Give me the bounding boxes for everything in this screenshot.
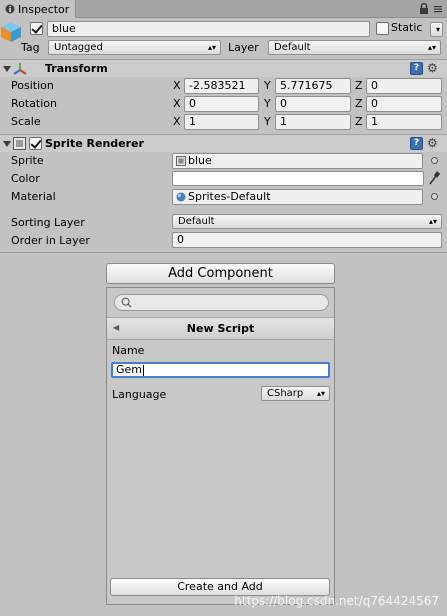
color-label: Color xyxy=(11,172,40,185)
color-field[interactable] xyxy=(172,171,424,186)
script-name-field[interactable]: Gem xyxy=(111,362,330,378)
sprite-object-field[interactable]: blue xyxy=(172,153,423,169)
material-label: Material xyxy=(11,190,56,203)
static-checkbox[interactable] xyxy=(376,22,389,35)
add-component-popup: ◀ New Script Name Gem Language CSharp ▴▾ … xyxy=(106,287,335,605)
axis-z-label[interactable]: Z xyxy=(355,97,363,110)
axis-y-label[interactable]: Y xyxy=(264,97,271,110)
sprite-renderer-icon xyxy=(13,137,26,150)
gameobject-name-field[interactable]: blue xyxy=(47,21,370,37)
sprite-value: blue xyxy=(188,154,212,167)
axis-y-label[interactable]: Y xyxy=(264,115,271,128)
dropdown-arrow-icon: ▴▾ xyxy=(207,43,216,52)
transform-axes-icon xyxy=(13,63,27,75)
help-icon[interactable]: ? xyxy=(410,62,423,75)
gameobject-cube-icon xyxy=(1,22,21,42)
search-icon xyxy=(121,297,132,308)
dropdown-arrow-icon: ▴▾ xyxy=(428,217,437,226)
axis-x-label[interactable]: X xyxy=(173,79,181,92)
tab-bar: Inspector xyxy=(0,0,447,18)
lock-icon[interactable] xyxy=(419,3,429,15)
popup-header: ◀ New Script xyxy=(107,317,334,340)
position-label: Position xyxy=(11,79,54,92)
rotation-label: Rotation xyxy=(11,97,58,110)
name-label: Name xyxy=(112,344,145,357)
position-x-field[interactable]: -2.583521 xyxy=(184,78,259,94)
sorting-layer-label: Sorting Layer xyxy=(11,216,85,229)
watermark-text: https://blog.csdn.net/q764424567 xyxy=(234,594,439,608)
layer-label: Layer xyxy=(228,41,259,54)
scale-y-field[interactable]: 1 xyxy=(275,114,351,130)
foldout-arrow-icon[interactable] xyxy=(3,66,11,72)
dropdown-arrow-icon: ▴▾ xyxy=(316,389,325,398)
rotation-z-field[interactable]: 0 xyxy=(366,96,442,112)
sorting-layer-value: Default xyxy=(178,216,215,227)
position-z-field[interactable]: 0 xyxy=(366,78,442,94)
sprite-renderer-header[interactable]: Sprite Renderer ? ⚙ xyxy=(0,134,447,152)
create-and-add-label: Create and Add xyxy=(177,580,263,593)
search-input[interactable] xyxy=(114,294,329,311)
axis-z-label[interactable]: Z xyxy=(355,79,363,92)
language-value: CSharp xyxy=(267,388,304,399)
add-component-button[interactable]: Add Component xyxy=(106,263,335,284)
add-component-label: Add Component xyxy=(168,266,273,281)
gameobject-header: blue Static ▾ Tag Untagged ▴▾ Layer Defau… xyxy=(0,19,447,59)
divider xyxy=(0,252,447,253)
material-value: Sprites-Default xyxy=(188,190,271,203)
popup-title: New Script xyxy=(186,322,255,335)
gear-icon[interactable]: ⚙ xyxy=(427,137,441,149)
tab-label: Inspector xyxy=(18,3,70,16)
tab-menu-icon[interactable] xyxy=(434,5,442,13)
static-dropdown[interactable]: ▾ xyxy=(430,22,443,37)
foldout-arrow-icon[interactable] xyxy=(3,141,11,147)
rotation-x-field[interactable]: 0 xyxy=(184,96,259,112)
rotation-y-field[interactable]: 0 xyxy=(275,96,351,112)
tag-dropdown[interactable]: Untagged ▴▾ xyxy=(48,40,221,55)
sprite-asset-icon xyxy=(176,156,186,166)
layer-dropdown[interactable]: Default ▴▾ xyxy=(268,40,441,55)
scale-label: Scale xyxy=(11,115,41,128)
text-cursor xyxy=(143,364,145,376)
tag-label: Tag xyxy=(21,41,40,54)
position-y-field[interactable]: 5.771675 xyxy=(275,78,351,94)
language-label: Language xyxy=(112,388,167,401)
static-label: Static xyxy=(391,21,423,34)
axis-x-label[interactable]: X xyxy=(173,97,181,110)
material-object-field[interactable]: Sprites-Default xyxy=(172,189,423,205)
dropdown-arrow-icon: ▴▾ xyxy=(427,43,436,52)
gear-icon[interactable]: ⚙ xyxy=(427,62,441,74)
inspector-icon xyxy=(5,4,15,14)
sprite-label: Sprite xyxy=(11,154,44,167)
object-picker-icon[interactable] xyxy=(431,193,438,200)
transform-header[interactable]: Transform ? ⚙ xyxy=(0,59,447,77)
order-in-layer-label: Order in Layer xyxy=(11,234,90,247)
transform-title: Transform xyxy=(45,62,108,75)
script-name-value: Gem xyxy=(116,363,143,376)
axis-z-label[interactable]: Z xyxy=(355,115,363,128)
sorting-layer-dropdown[interactable]: Default ▴▾ xyxy=(172,214,442,229)
material-sphere-icon xyxy=(176,192,186,202)
scale-x-field[interactable]: 1 xyxy=(184,114,259,130)
object-picker-icon[interactable] xyxy=(431,157,438,164)
axis-y-label[interactable]: Y xyxy=(264,79,271,92)
tag-value: Untagged xyxy=(54,42,103,53)
sprite-renderer-title: Sprite Renderer xyxy=(45,137,144,150)
gameobject-active-checkbox[interactable] xyxy=(30,22,43,35)
tab-inspector[interactable]: Inspector xyxy=(0,0,76,18)
layer-value: Default xyxy=(274,42,311,53)
order-in-layer-field[interactable]: 0 xyxy=(172,232,442,248)
scale-z-field[interactable]: 1 xyxy=(366,114,442,130)
eyedropper-icon[interactable] xyxy=(428,171,440,185)
axis-x-label[interactable]: X xyxy=(173,115,181,128)
sprite-renderer-enabled-checkbox[interactable] xyxy=(29,137,42,150)
language-dropdown[interactable]: CSharp ▴▾ xyxy=(261,386,330,401)
help-icon[interactable]: ? xyxy=(410,137,423,150)
